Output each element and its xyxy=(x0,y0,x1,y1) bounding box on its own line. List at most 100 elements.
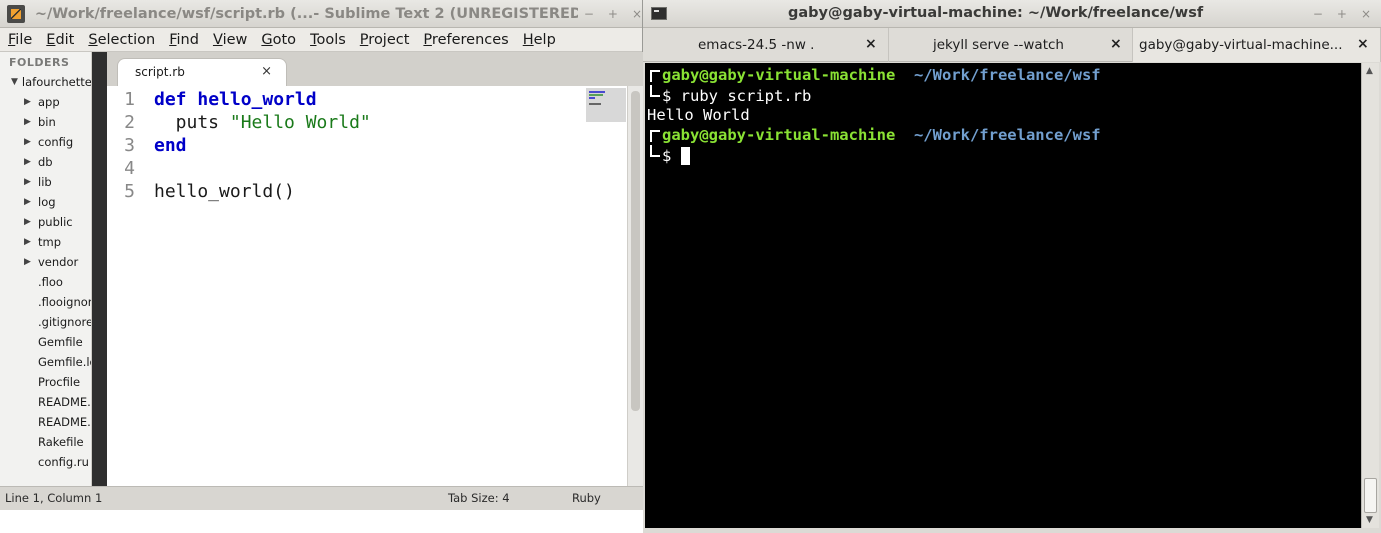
code-function-name: hello_world xyxy=(197,89,317,110)
sidebar-folder-label: vendor xyxy=(38,255,79,269)
close-icon[interactable]: × xyxy=(865,36,877,52)
menu-help[interactable]: Help xyxy=(523,32,556,48)
prompt-symbol: $ xyxy=(662,87,672,105)
code-line: def hello_world xyxy=(154,88,371,111)
sidebar-file[interactable]: Gemfile.lock xyxy=(0,352,91,372)
close-icon[interactable]: × xyxy=(632,7,642,21)
prompt-path: ~/Work/freelance/wsf xyxy=(913,66,1101,84)
sidebar-folder[interactable]: ▶ lib xyxy=(0,172,91,192)
sidebar-folder-label: tmp xyxy=(38,235,62,249)
terminal-tab-label: jekyll serve --watch xyxy=(933,37,1064,53)
terminal-titlebar[interactable]: gaby@gaby-virtual-machine: ~/Work/freela… xyxy=(643,0,1381,28)
triangle-right-icon[interactable]: ▶ xyxy=(24,177,34,187)
sidebar-folder-label: app xyxy=(38,95,60,109)
sublime-titlebar[interactable]: ~/Work/freelance/wsf/script.rb (...- Sub… xyxy=(0,0,642,28)
code-editor[interactable]: 1 2 3 4 5 def hello_world puts "Hello Wo… xyxy=(107,86,627,486)
menu-edit[interactable]: Edit xyxy=(46,32,74,48)
prompt-corner-bottom xyxy=(650,85,660,97)
line-number: 1 xyxy=(124,89,135,110)
triangle-down-icon[interactable]: ▼ xyxy=(11,77,18,87)
triangle-right-icon[interactable]: ▶ xyxy=(24,137,34,147)
sidebar-folder[interactable]: ▶ log xyxy=(0,192,91,212)
menu-tools[interactable]: Tools xyxy=(310,32,346,48)
sidebar-file[interactable]: Procfile xyxy=(0,372,91,392)
sidebar-file[interactable]: config.ru xyxy=(0,452,91,472)
line-number: 3 xyxy=(124,135,135,156)
terminal-tab-emacs[interactable]: emacs-24.5 -nw . × xyxy=(643,28,889,62)
sidebar-folder-label: bin xyxy=(38,115,56,129)
close-icon[interactable]: × xyxy=(1361,7,1371,21)
sidebar-folder[interactable]: ▶ public xyxy=(0,212,91,232)
sidebar-file[interactable]: .gitignore xyxy=(0,312,91,332)
editor-scrollbar[interactable] xyxy=(627,86,643,486)
menu-goto[interactable]: Goto xyxy=(261,32,296,48)
terminal-prompt-line: gaby@gaby-virtual-machine ~/Work/freelan… xyxy=(647,125,1101,145)
menu-view[interactable]: View xyxy=(213,32,247,48)
status-syntax[interactable]: Ruby xyxy=(572,491,601,505)
terminal-window: gaby@gaby-virtual-machine: ~/Work/freela… xyxy=(643,0,1381,533)
line-number: 4 xyxy=(124,158,135,179)
minimap[interactable] xyxy=(586,88,626,122)
minimap-line xyxy=(589,94,603,96)
sidebar-file[interactable]: Gemfile xyxy=(0,332,91,352)
menu-selection[interactable]: Selection xyxy=(88,32,155,48)
close-icon[interactable]: × xyxy=(1357,36,1369,52)
triangle-right-icon[interactable]: ▶ xyxy=(24,217,34,227)
minimize-icon[interactable]: − xyxy=(584,7,594,21)
maximize-icon[interactable]: + xyxy=(1337,7,1347,21)
maximize-icon[interactable]: + xyxy=(608,7,618,21)
terminal-window-title: gaby@gaby-virtual-machine: ~/Work/freela… xyxy=(788,5,1204,21)
sidebar-folder[interactable]: ▶ bin xyxy=(0,112,91,132)
menu-project[interactable]: Project xyxy=(360,32,410,48)
tab-script-rb[interactable]: script.rb × xyxy=(117,58,287,86)
terminal-app-icon xyxy=(651,7,667,20)
terminal-scrollbar-thumb[interactable] xyxy=(1364,478,1377,513)
menu-find[interactable]: Find xyxy=(169,32,199,48)
terminal-cursor xyxy=(680,147,690,165)
triangle-right-icon[interactable]: ▶ xyxy=(24,97,34,107)
minimize-icon[interactable]: − xyxy=(1313,7,1323,21)
terminal-screen[interactable]: gaby@gaby-virtual-machine ~/Work/freelan… xyxy=(645,63,1361,528)
sidebar-file[interactable]: README.rdoc xyxy=(0,412,91,432)
close-icon[interactable]: × xyxy=(1110,36,1122,52)
status-cursor-position: Line 1, Column 1 xyxy=(5,491,103,505)
triangle-right-icon[interactable]: ▶ xyxy=(24,197,34,207)
sidebar-file[interactable]: .flooignore xyxy=(0,292,91,312)
prompt-corner-top xyxy=(650,130,660,142)
sidebar-file[interactable]: README.md xyxy=(0,392,91,412)
sidebar-header: FOLDERS xyxy=(9,56,70,69)
triangle-right-icon[interactable]: ▶ xyxy=(24,257,34,267)
terminal-tab-shell[interactable]: gaby@gaby-virtual-machine... × xyxy=(1133,28,1381,62)
prompt-user: gaby@gaby-virtual-machine xyxy=(662,126,896,144)
editor-scrollbar-thumb[interactable] xyxy=(631,91,640,411)
terminal-tab-jekyll[interactable]: jekyll serve --watch × xyxy=(889,28,1133,62)
triangle-right-icon[interactable]: ▶ xyxy=(24,157,34,167)
sublime-menubar: File Edit Selection Find View Goto Tools… xyxy=(0,28,642,52)
sidebar-splitter[interactable] xyxy=(92,52,107,486)
menu-preferences[interactable]: Preferences xyxy=(423,32,508,48)
triangle-right-icon[interactable]: ▶ xyxy=(24,117,34,127)
sidebar-file[interactable]: Rakefile xyxy=(0,432,91,452)
menu-file[interactable]: File xyxy=(8,32,32,48)
terminal-scrollbar[interactable]: ▲ ▼ xyxy=(1361,63,1379,528)
code-keyword: def xyxy=(154,89,187,110)
status-tab-size[interactable]: Tab Size: 4 xyxy=(448,491,510,505)
sidebar-folder[interactable]: ▶ app xyxy=(0,92,91,112)
sidebar-file[interactable]: .floo xyxy=(0,272,91,292)
sidebar-folder[interactable]: ▶ vendor xyxy=(0,252,91,272)
line-number-gutter: 1 2 3 4 5 xyxy=(107,88,135,203)
sidebar-folder[interactable]: ▶ tmp xyxy=(0,232,91,252)
sidebar-folder[interactable]: ▶ config xyxy=(0,132,91,152)
code-lines: def hello_world puts "Hello World" end h… xyxy=(154,88,371,203)
triangle-right-icon[interactable]: ▶ xyxy=(24,237,34,247)
line-number: 5 xyxy=(124,181,135,202)
scroll-down-icon[interactable]: ▼ xyxy=(1366,515,1373,525)
status-bar: Line 1, Column 1 Tab Size: 4 Ruby xyxy=(0,486,643,510)
sublime-window-controls: − + × xyxy=(584,7,642,21)
sidebar-folder[interactable]: ▶ db xyxy=(0,152,91,172)
code-line: hello_world() xyxy=(154,181,295,202)
line-number: 2 xyxy=(124,112,135,133)
sidebar-root-folder[interactable]: ▼ lafourchette xyxy=(0,72,91,92)
tab-close-icon[interactable]: × xyxy=(261,64,272,79)
scroll-up-icon[interactable]: ▲ xyxy=(1366,66,1373,76)
